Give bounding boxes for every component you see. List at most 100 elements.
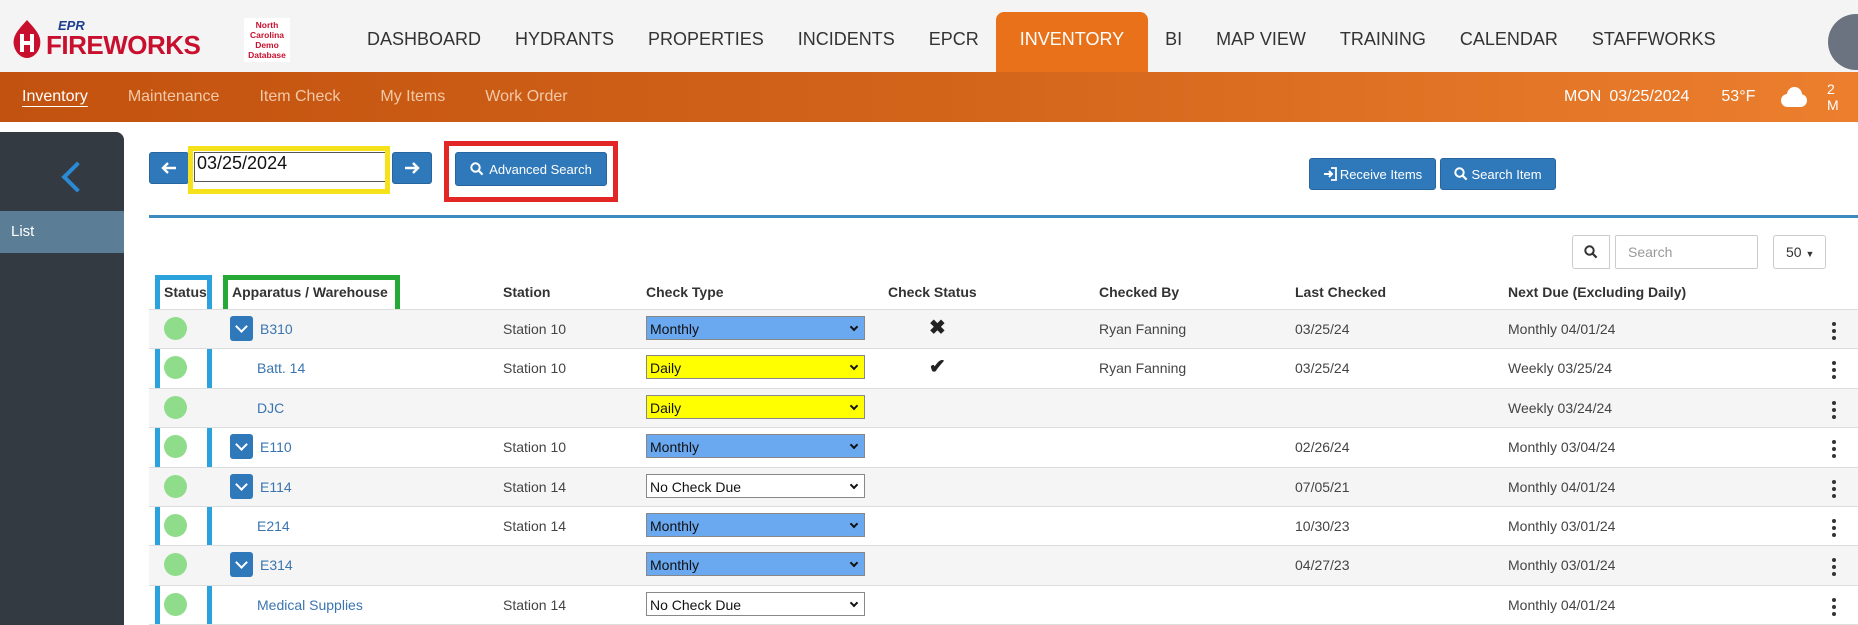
row-actions-kebab-icon[interactable] [1832, 519, 1836, 537]
nav-training[interactable]: TRAINING [1323, 12, 1443, 72]
chevron-down-icon [849, 480, 859, 489]
last-checked-cell: 03/25/24 [1295, 321, 1350, 337]
temperature-label: 53°F [1721, 88, 1756, 105]
row-actions-kebab-icon[interactable] [1832, 361, 1836, 380]
nav-epcr[interactable]: EPCR [912, 12, 996, 72]
nav-properties[interactable]: PROPERTIES [631, 12, 781, 72]
chevron-down-icon [849, 598, 859, 608]
expand-chevron-down-icon[interactable] [230, 473, 253, 499]
next-date-button[interactable] [392, 152, 432, 184]
date-input[interactable]: 03/25/2024 [194, 152, 386, 182]
check-type-value: Daily [650, 399, 682, 416]
check-type-value: Monthly [650, 439, 700, 456]
demo-database-badge: North Carolina Demo Database [244, 18, 290, 62]
subnav-work-order[interactable]: Work Order [485, 88, 567, 106]
nav-bi[interactable]: BI [1148, 12, 1199, 72]
receive-items-button[interactable]: Receive Items [1309, 158, 1436, 190]
apparatus-link[interactable]: E214 [257, 518, 290, 534]
row-actions-kebab-icon[interactable] [1832, 322, 1836, 340]
fireworks-logo[interactable]: EPR FIREWORKS [12, 18, 201, 60]
subnav-my-items[interactable]: My Items [380, 88, 445, 106]
row-actions-kebab-icon[interactable] [1832, 597, 1836, 616]
apparatus-link[interactable]: Batt. 14 [257, 360, 305, 376]
row-actions-kebab-icon[interactable] [1832, 558, 1836, 577]
search-icon [470, 162, 484, 176]
nav-incidents[interactable]: INCIDENTS [781, 12, 912, 72]
checked-by-cell: Ryan Fanning [1099, 360, 1187, 377]
apparatus-link[interactable]: E114 [260, 479, 292, 495]
globe-icon[interactable] [1828, 14, 1858, 70]
last-checked-cell: 07/05/21 [1295, 478, 1350, 495]
caret-down-icon: ▼ [1805, 249, 1815, 259]
brand-fireworks: FIREWORKS [46, 30, 201, 60]
previous-date-button[interactable] [149, 152, 189, 184]
apparatus-link[interactable]: E110 [260, 439, 292, 455]
check-type-select[interactable]: No Check Due [646, 591, 865, 616]
expand-chevron-down-icon[interactable] [230, 434, 253, 460]
header-check-type[interactable]: Check Type [646, 284, 724, 309]
check-type-value: Monthly [650, 321, 700, 337]
header-checked-by[interactable]: Checked By [1099, 284, 1179, 309]
sub-navbar: Inventory Maintenance Item Check My Items Wo… [0, 72, 1858, 122]
status-indicator [164, 317, 187, 340]
row-actions-kebab-icon[interactable] [1832, 400, 1836, 419]
check-type-select[interactable]: Monthly [646, 316, 865, 340]
sidebar-item-list[interactable]: List [0, 211, 124, 253]
apparatus-link[interactable]: Medical Supplies [257, 597, 363, 613]
expand-chevron-down-icon[interactable] [230, 552, 253, 578]
header-next-due[interactable]: Next Due (Excluding Daily) [1508, 284, 1686, 309]
header-check-status[interactable]: Check Status [888, 284, 977, 309]
check-type-select[interactable]: Monthly [646, 552, 865, 577]
search-item-button[interactable]: Search Item [1440, 158, 1556, 190]
check-type-value: No Check Due [650, 596, 742, 613]
cloud-icon [1777, 86, 1809, 108]
nav-dashboard[interactable]: DASHBOARD [350, 12, 498, 72]
apparatus-link[interactable]: E314 [260, 557, 293, 573]
header-status[interactable]: Status [164, 284, 207, 309]
table-search-input[interactable]: Search [1615, 235, 1758, 269]
header-last-checked[interactable]: Last Checked [1295, 284, 1386, 309]
search-icon [1454, 167, 1468, 181]
nav-map-view[interactable]: MAP VIEW [1199, 12, 1323, 72]
next-due-cell: Monthly 04/01/24 [1508, 321, 1616, 337]
check-type-select[interactable]: Monthly [646, 434, 865, 459]
check-type-select[interactable]: Monthly [646, 513, 865, 537]
advanced-search-button[interactable]: Advanced Search [455, 152, 607, 186]
check-type-select[interactable]: Daily [646, 394, 865, 419]
page-size-dropdown[interactable]: 50 ▼ [1773, 235, 1826, 269]
day-label: MON [1564, 88, 1602, 105]
table-row: E314 Monthly 04/27/23 Monthly 03/01/24 [149, 546, 1858, 586]
status-indicator [164, 356, 187, 380]
table-row: B310 Station 10 Monthly ✖ Ryan Fanning 03/25/… [149, 310, 1858, 349]
nav-calendar[interactable]: CALENDAR [1443, 12, 1575, 72]
status-indicator [164, 553, 187, 577]
nav-inventory[interactable]: INVENTORY [995, 12, 1149, 72]
apparatus-link[interactable]: B310 [260, 321, 293, 337]
subnav-maintenance[interactable]: Maintenance [128, 88, 220, 106]
search-icon-button[interactable] [1572, 235, 1610, 269]
check-status-icon: ✖ [929, 317, 946, 339]
extra-label: 2 M [1826, 81, 1839, 113]
expand-chevron-down-icon[interactable] [230, 316, 253, 341]
subnav-inventory[interactable]: Inventory [22, 88, 88, 106]
check-type-select[interactable]: No Check Due [646, 473, 865, 498]
chevron-down-icon [849, 559, 859, 568]
nav-staffworks[interactable]: STAFFWORKS [1575, 12, 1733, 72]
subnav-item-check[interactable]: Item Check [259, 88, 340, 106]
search-item-label: Search Item [1471, 166, 1542, 182]
station-cell: Station 14 [503, 596, 567, 613]
checked-by-cell: Ryan Fanning [1099, 321, 1187, 337]
check-type-select[interactable]: Daily [646, 355, 865, 380]
collapse-chevron-left-icon[interactable] [61, 161, 93, 193]
header-station[interactable]: Station [503, 284, 550, 309]
table-row: Batt. 14 Station 10 Daily ✔ Ryan Fanning 03/2… [149, 349, 1858, 388]
row-actions-kebab-icon[interactable] [1832, 479, 1836, 498]
status-indicator [164, 435, 187, 459]
check-status-icon: ✔ [929, 356, 946, 379]
header-apparatus[interactable]: Apparatus / Warehouse [232, 284, 388, 309]
nav-hydrants[interactable]: HYDRANTS [498, 12, 631, 72]
table-row: E214 Station 14 Monthly 10/30/23 Monthly 03/… [149, 507, 1858, 546]
table-row: E110 Station 10 Monthly 02/26/24 Monthly 03/… [149, 428, 1858, 467]
apparatus-link[interactable]: DJC [257, 400, 284, 416]
row-actions-kebab-icon[interactable] [1832, 440, 1836, 459]
